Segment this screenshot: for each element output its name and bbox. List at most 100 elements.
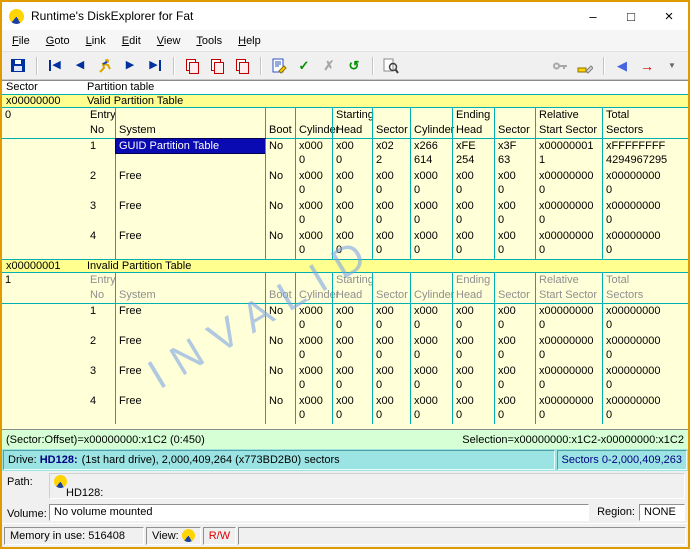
start-cylinder-cell[interactable]: x0000: [295, 169, 332, 199]
end-sector-cell[interactable]: x3F63: [494, 139, 535, 169]
system-cell[interactable]: Free: [116, 229, 265, 243]
relative-start-cell[interactable]: x000000000: [535, 199, 602, 229]
goto-target-button[interactable]: →: [636, 55, 658, 77]
start-head-cell[interactable]: x000: [332, 199, 372, 229]
start-sector-cell[interactable]: x000: [372, 364, 410, 394]
start-head-cell[interactable]: x000: [332, 334, 372, 364]
start-head-cell[interactable]: x000: [332, 304, 372, 334]
apply-button[interactable]: ✓: [293, 55, 315, 77]
system-cell[interactable]: Free: [116, 304, 265, 318]
relative-start-cell[interactable]: x000000000: [535, 229, 602, 259]
entry-number-cell[interactable]: 2: [87, 334, 115, 364]
start-head-cell[interactable]: x000: [332, 364, 372, 394]
end-cylinder-cell[interactable]: x0000: [410, 394, 452, 424]
start-head-cell[interactable]: x000: [332, 169, 372, 199]
relative-start-cell[interactable]: x000000000: [535, 364, 602, 394]
relative-start-cell[interactable]: x000000000: [535, 394, 602, 424]
system-cell[interactable]: Free: [116, 364, 265, 378]
system-cell[interactable]: Free: [116, 334, 265, 348]
entry-number-cell[interactable]: 2: [87, 169, 115, 199]
end-cylinder-cell[interactable]: x0000: [410, 334, 452, 364]
partition-entry-row[interactable]: 4 Free No x0000 x000 x000 x0000 x000 x00…: [2, 229, 688, 259]
end-cylinder-cell[interactable]: x266614: [410, 139, 452, 169]
start-sector-cell[interactable]: x022: [372, 139, 410, 169]
menu-file[interactable]: File: [4, 32, 38, 50]
end-cylinder-cell[interactable]: x0000: [410, 364, 452, 394]
boot-cell[interactable]: No: [265, 199, 295, 229]
end-cylinder-cell[interactable]: x0000: [410, 304, 452, 334]
boot-cell[interactable]: No: [265, 394, 295, 424]
partition-entry-row[interactable]: 2 Free No x0000 x000 x000 x0000 x000 x00…: [2, 169, 688, 199]
total-sectors-cell[interactable]: x000000000: [602, 199, 688, 229]
partition-entry-row[interactable]: 1 Free No x0000 x000 x000 x0000 x000 x00…: [2, 304, 688, 334]
system-cell[interactable]: Free: [116, 394, 265, 408]
end-head-cell[interactable]: x000: [452, 394, 494, 424]
end-sector-cell[interactable]: x000: [494, 304, 535, 334]
start-cylinder-cell[interactable]: x0000: [295, 139, 332, 169]
total-sectors-cell[interactable]: xFFFFFFFF4294967295: [602, 139, 688, 169]
entry-number-cell[interactable]: 1: [87, 139, 115, 169]
start-sector-cell[interactable]: x000: [372, 334, 410, 364]
boot-cell[interactable]: No: [265, 334, 295, 364]
rw-panel[interactable]: R/W: [203, 527, 236, 545]
start-cylinder-cell[interactable]: x0000: [295, 199, 332, 229]
boot-cell[interactable]: No: [265, 304, 295, 334]
boot-cell[interactable]: No: [265, 139, 295, 169]
copy-sector-button[interactable]: [181, 55, 203, 77]
entry-number-cell[interactable]: 3: [87, 199, 115, 229]
boot-cell[interactable]: No: [265, 364, 295, 394]
preview-button[interactable]: [380, 55, 402, 77]
end-cylinder-cell[interactable]: x0000: [410, 169, 452, 199]
start-cylinder-cell[interactable]: x0000: [295, 304, 332, 334]
end-head-cell[interactable]: x000: [452, 364, 494, 394]
end-head-cell[interactable]: x000: [452, 229, 494, 259]
last-sector-button[interactable]: ▶: [144, 55, 166, 77]
total-sectors-cell[interactable]: x000000000: [602, 394, 688, 424]
copy-selection-button[interactable]: [206, 55, 228, 77]
relative-start-cell[interactable]: x000000000: [535, 304, 602, 334]
end-head-cell[interactable]: x000: [452, 334, 494, 364]
start-sector-cell[interactable]: x000: [372, 304, 410, 334]
total-sectors-cell[interactable]: x000000000: [602, 304, 688, 334]
save-button[interactable]: [7, 55, 29, 77]
start-cylinder-cell[interactable]: x0000: [295, 394, 332, 424]
total-sectors-cell[interactable]: x000000000: [602, 169, 688, 199]
menu-view[interactable]: View: [149, 32, 189, 50]
end-cylinder-cell[interactable]: x0000: [410, 229, 452, 259]
relative-start-cell[interactable]: x000000000: [535, 334, 602, 364]
end-head-cell[interactable]: x000: [452, 304, 494, 334]
entry-number-cell[interactable]: 1: [87, 304, 115, 334]
end-sector-cell[interactable]: x000: [494, 364, 535, 394]
end-cylinder-cell[interactable]: x0000: [410, 199, 452, 229]
end-sector-cell[interactable]: x000: [494, 199, 535, 229]
edit-button[interactable]: [268, 55, 290, 77]
partition-entry-row[interactable]: 3 Free No x0000 x000 x000 x0000 x000 x00…: [2, 364, 688, 394]
goto-menu-button[interactable]: ▼: [661, 55, 683, 77]
menu-goto[interactable]: Goto: [38, 32, 78, 50]
entry-number-cell[interactable]: 4: [87, 394, 115, 424]
partition-entry-row[interactable]: 4 Free No x0000 x000 x000 x0000 x000 x00…: [2, 394, 688, 424]
next-sector-button[interactable]: ▶: [119, 55, 141, 77]
close-button[interactable]: ×: [650, 2, 688, 30]
fill-button[interactable]: [574, 55, 596, 77]
unlock-button[interactable]: [549, 55, 571, 77]
menu-tools[interactable]: Tools: [188, 32, 230, 50]
start-sector-cell[interactable]: x000: [372, 394, 410, 424]
menu-edit[interactable]: Edit: [114, 32, 149, 50]
link-back-button[interactable]: ◀: [611, 55, 633, 77]
relative-start-cell[interactable]: x000000011: [535, 139, 602, 169]
end-sector-cell[interactable]: x000: [494, 334, 535, 364]
prev-sector-button[interactable]: ◀: [69, 55, 91, 77]
system-cell[interactable]: GUID Partition Table: [116, 139, 265, 153]
system-cell[interactable]: Free: [116, 199, 265, 213]
end-sector-cell[interactable]: x000: [494, 394, 535, 424]
titlebar[interactable]: Runtime's DiskExplorer for Fat – □ ×: [2, 2, 688, 30]
copy-entry-button[interactable]: [231, 55, 253, 77]
start-head-cell[interactable]: x000: [332, 394, 372, 424]
maximize-button[interactable]: □: [612, 2, 650, 30]
menu-link[interactable]: Link: [78, 32, 114, 50]
go-button[interactable]: [94, 55, 116, 77]
start-sector-cell[interactable]: x000: [372, 169, 410, 199]
end-head-cell[interactable]: x000: [452, 169, 494, 199]
start-head-cell[interactable]: x000: [332, 139, 372, 169]
